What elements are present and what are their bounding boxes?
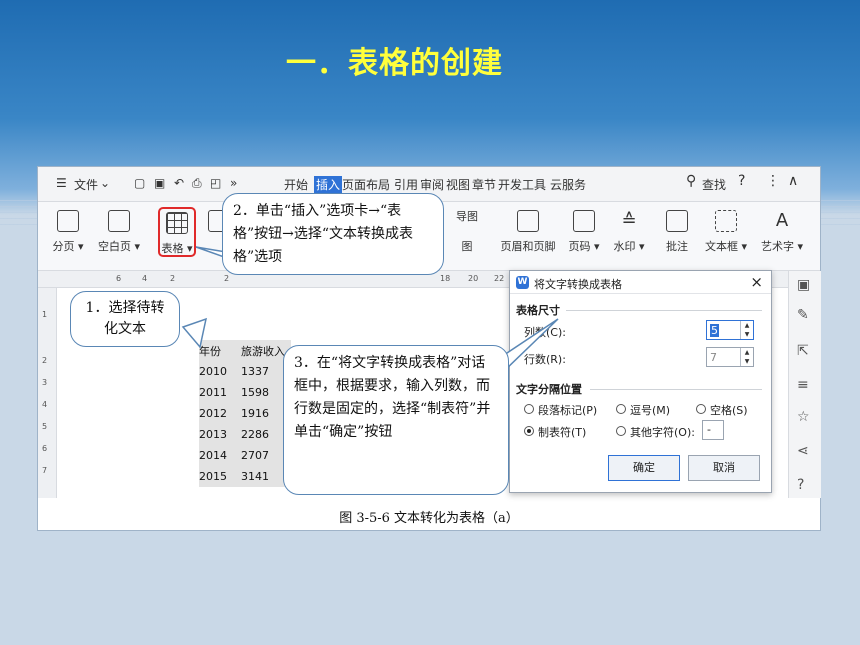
tab-review[interactable]: 审阅 <box>420 176 444 193</box>
comma-radio[interactable] <box>616 404 626 414</box>
paragraph-radio[interactable] <box>524 404 534 414</box>
screenshot-figure: ☰ 文件 ⌄ ▢ ▣ ↶ ⎙ ◰ » 开始 插入 页面布局 引用 审阅 视图 章… <box>38 167 821 530</box>
other-char-radio[interactable] <box>616 426 626 436</box>
new-doc-icon[interactable]: ▢ <box>134 176 145 190</box>
watermark-button[interactable]: ≙ 水印 ▾ <box>610 210 648 254</box>
page-break-button[interactable]: 分页 ▾ <box>50 210 86 254</box>
close-icon[interactable]: × <box>750 273 763 291</box>
callout-step1: 1．选择待转化文本 <box>70 291 180 347</box>
more-icon[interactable]: ⋮ <box>766 173 780 189</box>
other-char-input[interactable]: - <box>702 420 724 440</box>
slide-title: 一．表格的创建 <box>286 46 503 81</box>
tab-radio[interactable] <box>524 426 534 436</box>
equalizer-icon[interactable]: ≡ <box>797 377 809 393</box>
columns-label: 列数(C): <box>524 326 566 339</box>
tab-developer[interactable]: 开发工具 <box>498 176 546 193</box>
dialog-title: 将文字转换成表格 <box>534 278 622 291</box>
wps-logo-icon: W <box>516 276 529 289</box>
separator-section: 文字分隔位置 <box>516 383 582 396</box>
figure-caption: 图 3-5-6 文本转化为表格（a） <box>339 511 519 526</box>
cursor-icon[interactable]: ⇱ <box>797 343 809 359</box>
tab-insert[interactable]: 插入 <box>314 176 343 193</box>
star-icon[interactable]: ☆ <box>797 409 810 425</box>
mind-map-button[interactable]: 导图 <box>450 208 484 224</box>
dialog-titlebar: W 将文字转换成表格 × <box>510 271 771 294</box>
ok-button[interactable]: 确定 <box>608 455 680 481</box>
menu-icon[interactable]: ☰ <box>56 176 67 190</box>
table-row: 2010 1337 <box>199 365 269 378</box>
tab-cloud[interactable]: 云服务 <box>550 176 586 193</box>
word-art-button[interactable]: A 艺术字 ▾ <box>760 210 804 254</box>
spin-arrows-icon: ▲ ▼ <box>740 348 753 366</box>
chevron-down-icon[interactable]: ⌄ <box>100 176 110 190</box>
table-row: 2014 2707 <box>199 449 269 462</box>
tab-home[interactable]: 开始 <box>284 176 308 193</box>
preview-icon[interactable]: ◰ <box>210 176 221 190</box>
right-sidebar: ▣ ✎ ⇱ ≡ ☆ ⋖ ? <box>788 271 821 498</box>
rows-stepper: 7 ▲ ▼ <box>706 347 754 367</box>
chart-button[interactable]: 图 <box>450 238 484 254</box>
page-break-icon <box>57 210 79 232</box>
cancel-button[interactable]: 取消 <box>688 455 760 481</box>
table-size-section: 表格尺寸 <box>516 304 560 317</box>
table-grid-icon <box>166 212 188 234</box>
search-button[interactable]: 查找 <box>702 176 726 193</box>
rows-label: 行数(R): <box>524 353 566 366</box>
selected-text-block[interactable]: 年份 旅游收入 2010 1337 2011 1598 2012 1916 2013 2… <box>199 340 291 487</box>
panel-icon[interactable]: ▣ <box>797 277 810 293</box>
table-row: 2012 1916 <box>199 407 269 420</box>
columns-stepper[interactable]: 5 ▲ ▼ <box>706 320 754 340</box>
tab-chapter[interactable]: 章节 <box>472 176 496 193</box>
header-year: 年份 <box>199 344 221 358</box>
callout-step3: 3．在“将文字转换成表格”对话框中，根据要求，输入列数，而行数是固定的，选择“制… <box>283 345 509 495</box>
tab-view[interactable]: 视图 <box>446 176 470 193</box>
page-number-button[interactable]: 页码 ▾ <box>564 210 604 254</box>
header-footer-button[interactable]: 页眉和页脚 <box>496 210 560 254</box>
callout-step2: 2．单击“插入”选项卡→“表格”按钮→选择“文本转换成表格”选项 <box>222 193 444 275</box>
question-icon[interactable]: ? <box>797 477 804 493</box>
text-box-icon <box>715 210 737 232</box>
pen-icon[interactable]: ✎ <box>797 307 809 323</box>
table-row: 2013 2286 <box>199 428 269 441</box>
word-art-icon: A <box>775 210 789 231</box>
convert-text-to-table-dialog: W 将文字转换成表格 × 表格尺寸 列数(C): 5 ▲ ▼ 行数(R): 7 ▲… <box>509 270 772 493</box>
vertical-ruler[interactable]: 1 2 3 4 5 6 7 <box>38 288 57 498</box>
more-chevron-icon[interactable]: » <box>230 176 237 190</box>
space-radio[interactable] <box>696 404 706 414</box>
share-icon[interactable]: ⋖ <box>797 443 809 459</box>
collapse-ribbon-icon[interactable]: ∧ <box>788 173 798 189</box>
table-row: 2011 1598 <box>199 386 269 399</box>
table-row: 2015 3141 <box>199 470 269 483</box>
comment-button[interactable]: 批注 <box>660 210 694 254</box>
search-icon[interactable]: ⚲ <box>686 173 696 189</box>
spin-arrows-icon[interactable]: ▲ ▼ <box>740 321 753 339</box>
print-icon[interactable]: ⎙ <box>192 176 202 191</box>
page-number-icon <box>573 210 595 232</box>
blank-page-button[interactable]: 空白页 ▾ <box>96 210 142 254</box>
tab-page-layout[interactable]: 页面布局 <box>342 176 390 193</box>
table-button[interactable]: 表格 ▾ <box>158 207 196 257</box>
help-icon[interactable]: ? <box>738 173 745 189</box>
undo-icon[interactable]: ↶ <box>174 176 184 190</box>
watermark-icon: ≙ <box>621 210 637 231</box>
file-menu[interactable]: 文件 <box>74 176 98 193</box>
table-row: 年份 旅游收入 <box>199 340 291 361</box>
comment-icon <box>666 210 688 232</box>
text-box-button[interactable]: 文本框 ▾ <box>702 210 750 254</box>
save-icon[interactable]: ▣ <box>154 176 165 190</box>
blank-page-icon <box>108 210 130 232</box>
header-footer-icon <box>517 210 539 232</box>
tab-references[interactable]: 引用 <box>394 176 418 193</box>
